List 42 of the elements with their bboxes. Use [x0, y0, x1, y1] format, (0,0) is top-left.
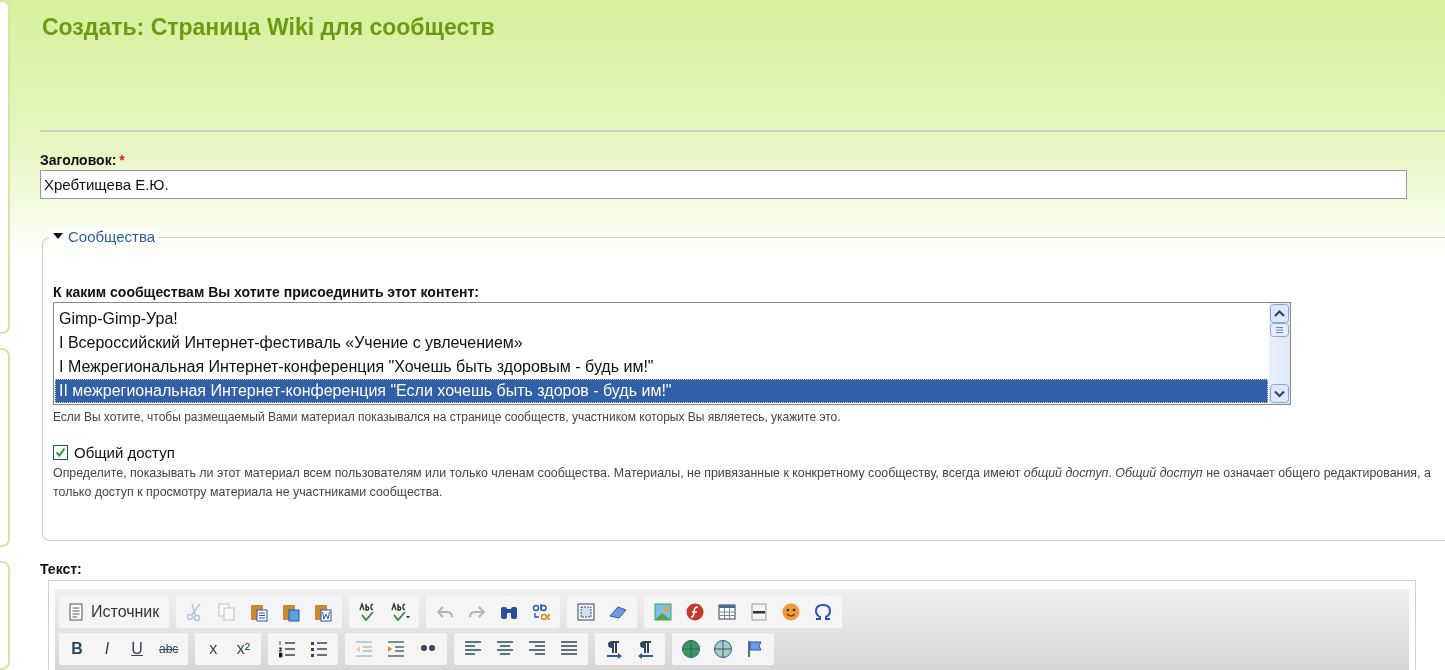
list-option[interactable]: I Межрегиональная Интернет-конференция "Хочешь быть здоровым - будь им!"	[55, 355, 1268, 379]
strike-button[interactable]: abc	[155, 642, 183, 656]
group-listbox[interactable]	[53, 302, 1291, 405]
underline-button[interactable]: U	[125, 640, 149, 658]
scrollbar[interactable]	[1269, 303, 1290, 404]
fieldset-legend[interactable]: Сообщества	[49, 228, 160, 245]
checkbox-label: Общий доступ	[74, 444, 175, 461]
source-button[interactable]: Источник	[65, 603, 164, 621]
sub-button[interactable]: x	[201, 640, 226, 658]
scroll-up-icon[interactable]	[1270, 304, 1289, 323]
sup-button[interactable]: x²	[231, 640, 256, 658]
paste-word-icon[interactable]	[313, 602, 334, 622]
indent-icon[interactable]	[386, 639, 407, 659]
help-text: Определите, показывать ли этот материал всем пользователям или только членам сообщества. Материалы, не привязанные к конкретному сообществу, всегда имеют общий доступ. Общий доступ не означает общего редактирования, а только доступ к просмотру материала не участниками сообщества.	[53, 465, 1432, 501]
bold-button[interactable]: B	[65, 640, 89, 658]
image-icon[interactable]	[653, 602, 674, 622]
list-option[interactable]: I Всероссийский Интернет-фестиваль «Учение с увлечением»	[55, 331, 1268, 355]
table-icon[interactable]	[717, 602, 738, 622]
select-all-icon[interactable]	[576, 602, 597, 622]
document-icon	[69, 603, 83, 621]
help-text: Если Вы хотите, чтобы размещаемый Вами материал показывался на странице сообществ, участником которых Вы являетесь, укажите это.	[53, 410, 842, 424]
page-title: Создать: Страница Wiki для сообществ	[42, 14, 496, 41]
required-mark: *	[119, 152, 125, 168]
list-label: К каким сообществам Вы хотите присоединить этот контент:	[53, 284, 480, 300]
list-option[interactable]: Gimp-Gimp-Ура!	[55, 307, 1268, 331]
replace-icon[interactable]	[531, 602, 552, 622]
paste-icon[interactable]	[249, 602, 270, 622]
flash-icon[interactable]	[685, 602, 706, 622]
field-label: Заголовок:	[40, 152, 117, 168]
paste-text-icon[interactable]	[281, 602, 302, 622]
title-input[interactable]: Хребтищева Е.Ю.	[40, 170, 1407, 199]
scroll-down-icon[interactable]	[1270, 384, 1289, 403]
spellcheck-menu-icon[interactable]	[390, 602, 411, 622]
public-checkbox[interactable]	[53, 445, 68, 460]
bulleted-list-icon[interactable]	[309, 639, 330, 659]
numbered-list-icon[interactable]	[277, 639, 298, 659]
field-label: Текст:	[40, 561, 83, 577]
list-option[interactable]: II межрегиональная Интернет-конференция "Если хочешь быть здоров - будь им!"	[55, 379, 1268, 403]
italic-button[interactable]: I	[95, 640, 119, 658]
omega-icon[interactable]	[813, 602, 834, 622]
scroll-thumb[interactable]	[1270, 323, 1289, 337]
smiley-icon[interactable]	[781, 602, 802, 622]
